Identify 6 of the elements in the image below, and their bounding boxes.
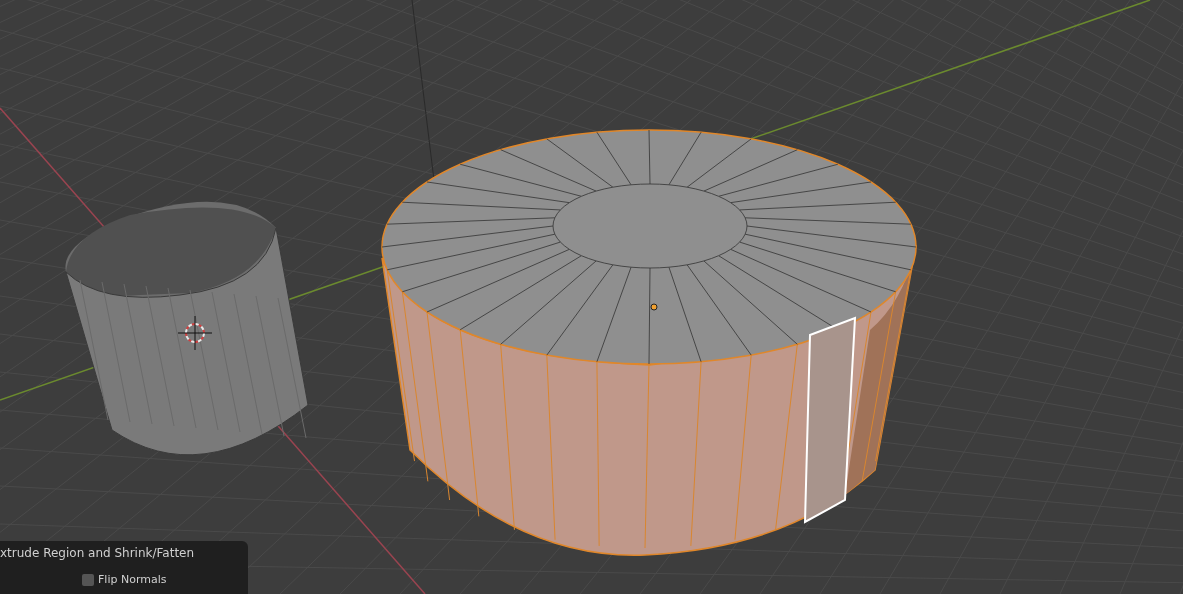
3d-cursor-icon [177,315,213,351]
panel-title: xtrude Region and Shrink/Fatten [0,546,196,560]
checkbox[interactable] [82,573,94,586]
3d-viewport[interactable]: xtrude Region and Shrink/Fatten Flip Normals [0,0,1183,594]
origin-dot-icon [650,303,658,311]
checkbox-label[interactable]: Flip Normals [98,573,167,586]
